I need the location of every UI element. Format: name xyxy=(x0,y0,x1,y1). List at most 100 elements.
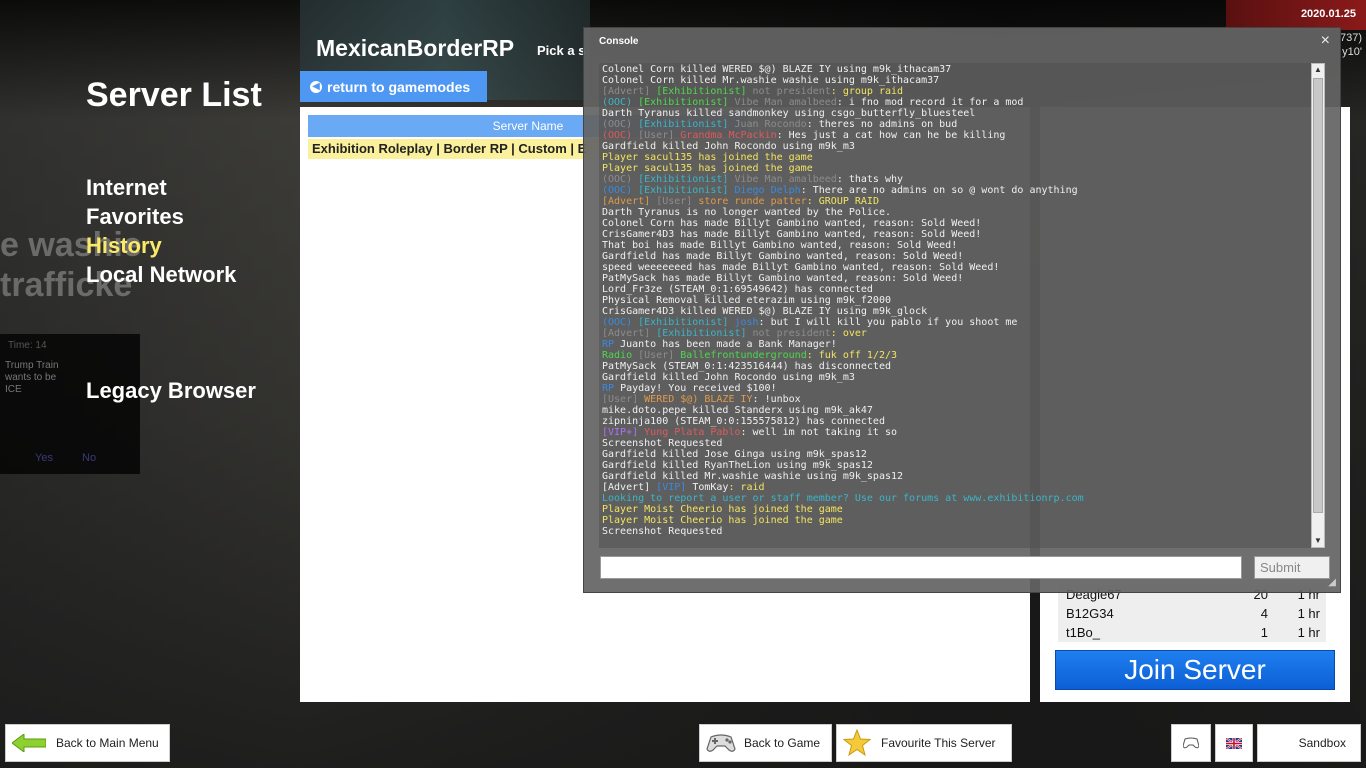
console-segment: (OOC) xyxy=(602,97,639,108)
console-segment: : Hes just a cat how can he be killing xyxy=(776,130,1006,141)
console-line: CrisGamer4D3 has made Billyt Gambino wan… xyxy=(602,229,1308,240)
console-segment: Juanto has been made a Bank Manager! xyxy=(620,339,837,350)
console-segment: [VIP] xyxy=(656,482,693,493)
submit-button[interactable]: Submit xyxy=(1254,556,1330,579)
console-line: That boi has made Billyt Gambino wanted,… xyxy=(602,240,1308,251)
player-time: 1 hr xyxy=(1297,625,1320,640)
console-segment: PatMySack (STEAM_0:1:423516444) has disc… xyxy=(602,361,891,372)
console-line: (OOC) [Exhibitionist] Juan Rocondo: ther… xyxy=(602,119,1308,130)
console-line: Screenshot Requested xyxy=(602,438,1308,449)
favourite-server-button[interactable]: Favourite This Server xyxy=(836,724,1012,762)
console-segment: Colonel Corn killed WERED $@) BLAZE IY u… xyxy=(602,64,952,75)
console-line: Gardfield has made Billyt Gambino wanted… xyxy=(602,251,1308,262)
language-button[interactable] xyxy=(1215,724,1253,762)
console-line: [Advert] [User] store runde patter: GROU… xyxy=(602,196,1308,207)
star-icon xyxy=(843,729,871,757)
scroll-up-icon[interactable]: ▲ xyxy=(1312,64,1324,76)
arrow-left-icon xyxy=(12,734,46,752)
menu-item-history[interactable]: History xyxy=(86,233,162,259)
console-line: (OOC) [Exhibitionist] Diego Delph: There… xyxy=(602,185,1308,196)
menu-item-legacy-browser[interactable]: Legacy Browser xyxy=(86,378,256,404)
console-line: PatMySack (STEAM_0:1:423516444) has disc… xyxy=(602,361,1308,372)
console-segment: (OOC) xyxy=(602,119,639,130)
gamemode-title: MexicanBorderRP xyxy=(316,35,515,61)
console-line: Looking to report a user or staff member… xyxy=(602,493,1308,504)
console-segment: : !unbox xyxy=(752,394,801,405)
console-segment: Screenshot Requested xyxy=(602,526,723,537)
vote-yes-button[interactable]: Yes xyxy=(35,452,53,464)
console-segment: Screenshot Requested xyxy=(602,438,723,449)
console-segment: : raid xyxy=(728,482,765,493)
console-segment: That boi has made Billyt Gambino wanted,… xyxy=(602,240,958,251)
scroll-down-icon[interactable]: ▼ xyxy=(1312,535,1324,547)
console-line: Player sacul135 has joined the game xyxy=(602,152,1308,163)
console-segment: [Exhibitionist] xyxy=(656,86,753,97)
console-segment: [Exhibitionist] xyxy=(638,97,735,108)
console-line: [User] WERED $@) BLAZE IY: !unbox xyxy=(602,394,1308,405)
console-segment: [User] xyxy=(602,394,645,405)
console-segment: CrisGamer4D3 killed WERED $@) BLAZE IY u… xyxy=(602,306,928,317)
console-line: Colonel Corn killed WERED $@) BLAZE IY u… xyxy=(602,64,1308,75)
menu-item-favorites[interactable]: Favorites xyxy=(86,204,184,230)
return-label: return to gamemodes xyxy=(327,78,471,95)
console-segment: not president xyxy=(752,328,831,339)
console-segment: Player sacul135 has joined the game xyxy=(602,152,813,163)
vote-no-button[interactable]: No xyxy=(82,452,96,464)
console-segment: Grandma McPackin xyxy=(680,130,777,141)
console-segment: Gardfield killed Mr.washie washie using … xyxy=(602,471,904,482)
close-icon[interactable]: × xyxy=(1321,32,1330,50)
controller-settings-button[interactable] xyxy=(1171,724,1211,762)
hud-side-line: 737) xyxy=(1339,32,1362,44)
back-arrow-icon: ◀ xyxy=(310,80,322,93)
player-name: B12G34 xyxy=(1066,606,1114,621)
player-table: Deagle67 20 1 hr B12G34 4 1 hr t1Bo_ 1 1… xyxy=(1058,585,1326,642)
console-line: Physical Removal killed eterazim using m… xyxy=(602,295,1308,306)
console-segment: [Advert] xyxy=(602,196,657,207)
gamemode-sandbox-button[interactable]: Sandbox xyxy=(1257,724,1361,762)
console-segment: Colonel Corn killed Mr.washie washie usi… xyxy=(602,75,940,86)
console-segment: [User] xyxy=(638,130,681,141)
player-name: t1Bo_ xyxy=(1066,625,1100,640)
console-line: [Advert] [VIP] TomKay: raid xyxy=(602,482,1308,493)
console-line: [VIP+] Yung Plata Pablo: well im not tak… xyxy=(602,427,1308,438)
gamepad-small-icon xyxy=(1183,737,1199,749)
console-window: Console × Colonel Corn killed WERED $@) … xyxy=(583,27,1341,593)
sandbox-label: Sandbox xyxy=(1298,736,1346,750)
console-segment: [User] xyxy=(656,196,699,207)
console-line: (OOC) [Exhibitionist] Vibe Man amalbeed:… xyxy=(602,97,1308,108)
join-server-button[interactable]: Join Server xyxy=(1055,650,1335,690)
console-segment: : i fno mod record it for a mod xyxy=(836,97,1024,108)
console-input[interactable] xyxy=(600,556,1242,579)
back-to-game-button[interactable]: Back to Game xyxy=(699,724,832,762)
console-line: RP Payday! You received $100! xyxy=(602,383,1308,394)
player-row: t1Bo_ 1 1 hr xyxy=(1058,623,1326,642)
console-segment: Looking to report a user or staff member… xyxy=(602,493,1084,504)
console-segment: Physical Removal killed eterazim using m… xyxy=(602,295,891,306)
console-segment: Darth Tyranus is no longer wanted by the… xyxy=(602,207,891,218)
back-to-main-menu-button[interactable]: Back to Main Menu xyxy=(5,724,170,762)
console-segment: (OOC) xyxy=(602,317,639,328)
console-segment: [Exhibitionist] xyxy=(638,119,735,130)
console-segment: not president xyxy=(752,86,831,97)
player-score: 4 xyxy=(1260,606,1268,621)
uk-flag-icon xyxy=(1226,737,1242,749)
console-scrollbar[interactable]: ▲ ▼ xyxy=(1311,63,1325,548)
console-line: (OOC) [User] Grandma McPackin: Hes just … xyxy=(602,130,1308,141)
return-to-gamemodes-button[interactable]: ◀ return to gamemodes xyxy=(300,71,487,102)
menu-item-local-network[interactable]: Local Network xyxy=(86,262,236,288)
console-segment: : There are no admins on so @ wont do an… xyxy=(800,185,1078,196)
console-segment: : thats why xyxy=(836,174,904,185)
console-segment: [Exhibitionist] xyxy=(656,328,753,339)
console-segment: Yung Plata Pablo xyxy=(644,427,741,438)
hud-side-line: y10' xyxy=(1342,46,1362,58)
resize-grip-icon[interactable]: ◢ xyxy=(1328,577,1336,588)
menu-item-internet[interactable]: Internet xyxy=(86,175,167,201)
console-segment: : fuk off 1/2/3 xyxy=(806,350,898,361)
console-segment: speed weeeeeeed has made Billyt Gambino … xyxy=(602,262,1000,273)
console-segment: Colonel Corn has made Billyt Gambino wan… xyxy=(602,218,982,229)
console-segment: Vibe Man amalbeed xyxy=(734,97,837,108)
console-line: [Advert] [Exhibitionist] not president: … xyxy=(602,86,1308,97)
console-segment: CrisGamer4D3 has made Billyt Gambino wan… xyxy=(602,229,982,240)
scroll-thumb[interactable] xyxy=(1313,78,1323,513)
console-segment: : GROUP RAID xyxy=(806,196,879,207)
